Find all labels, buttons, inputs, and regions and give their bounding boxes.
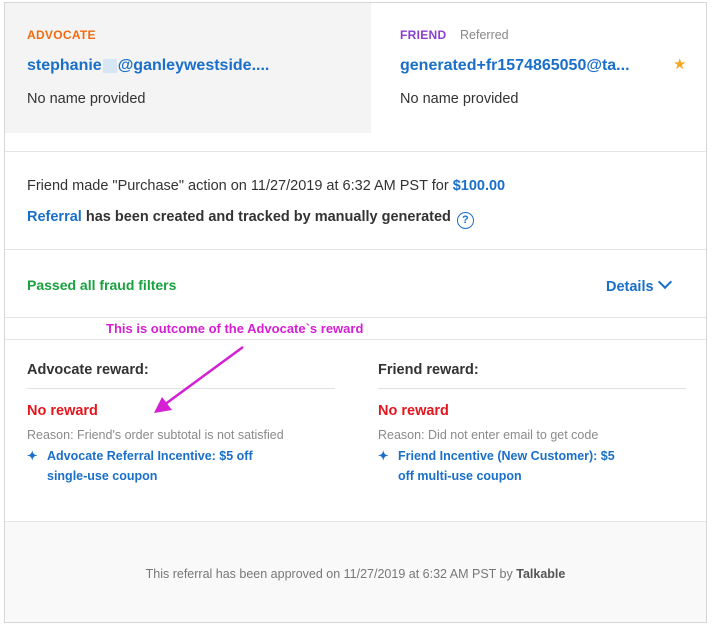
participants-header: ADVOCATE stephanie @ganleywestside.... No… [5, 3, 706, 133]
friend-name: No name provided [400, 91, 519, 107]
divider [5, 521, 706, 522]
advocate-name: No name provided [27, 91, 146, 107]
fraud-status: Passed all fraud filters [27, 277, 177, 293]
details-label: Details [606, 279, 654, 295]
advocate-reward-heading: Advocate reward: [27, 362, 149, 378]
friend-incentive-link[interactable]: ✦ Friend Incentive (New Customer): $5 off … [378, 446, 648, 486]
help-icon[interactable]: ? [456, 212, 474, 229]
advocate-incentive-line2: single-use coupon [47, 469, 158, 483]
advocate-email-suffix: @ganleywestside.... [117, 57, 270, 74]
star-icon: ★ [673, 56, 687, 73]
action-description: Friend made "Purchase" action on 11/27/2… [27, 178, 505, 194]
action-amount: $100.00 [452, 178, 506, 194]
annotation-text: This is outcome of the Advocate`s reward [106, 321, 364, 336]
advocate-incentive-link[interactable]: ✦ Advocate Referral Incentive: $5 off sing… [27, 446, 297, 486]
action-text: Friend made "Purchase" action on 11/27/2… [27, 178, 449, 194]
sparkle-icon: ✦ [27, 449, 38, 463]
referral-card: ADVOCATE stephanie @ganleywestside.... No… [4, 2, 707, 623]
friend-reward-status: No reward [378, 403, 449, 419]
divider [5, 339, 706, 340]
approval-note: This referral has been approved on 11/27… [5, 567, 706, 581]
divider [5, 249, 706, 250]
friend-reward-underline [378, 388, 686, 389]
referral-created-line: Referral has been created and tracked by… [27, 209, 474, 229]
friend-reward-reason: Reason: Did not enter email to get code [378, 428, 599, 442]
friend-email-link[interactable]: generated+fr1574865050@ta... [400, 57, 630, 75]
advocate-reward-reason: Reason: Friend's order subtotal is not s… [27, 428, 284, 442]
divider [5, 151, 706, 152]
friend-incentive-line2: off multi-use coupon [398, 469, 522, 483]
referral-link[interactable]: Referral [27, 209, 82, 225]
divider [5, 317, 706, 318]
created-text: has been created and tracked by manually… [85, 209, 451, 225]
advocate-email-prefix: stephanie [27, 57, 102, 74]
referred-label: Referred [460, 28, 509, 42]
advocate-reward-status: No reward [27, 403, 98, 419]
friend-role-label: FRIEND [400, 28, 447, 42]
approved-by: Talkable [516, 567, 566, 581]
advocate-email-link[interactable]: stephanie @ganleywestside.... [27, 57, 269, 75]
advocate-incentive-line1: Advocate Referral Incentive: $5 off [47, 449, 253, 463]
friend-incentive-line1: Friend Incentive (New Customer): $5 [398, 449, 615, 463]
friend-reward-heading: Friend reward: [378, 362, 479, 378]
advocate-role-label: ADVOCATE [27, 28, 96, 42]
approval-text: This referral has been approved on 11/27… [145, 567, 513, 581]
chevron-down-icon [657, 274, 672, 290]
details-toggle[interactable]: Details [606, 274, 672, 295]
advocate-reward-underline [27, 388, 335, 389]
redaction-mark [102, 58, 117, 73]
sparkle-icon: ✦ [378, 449, 389, 463]
